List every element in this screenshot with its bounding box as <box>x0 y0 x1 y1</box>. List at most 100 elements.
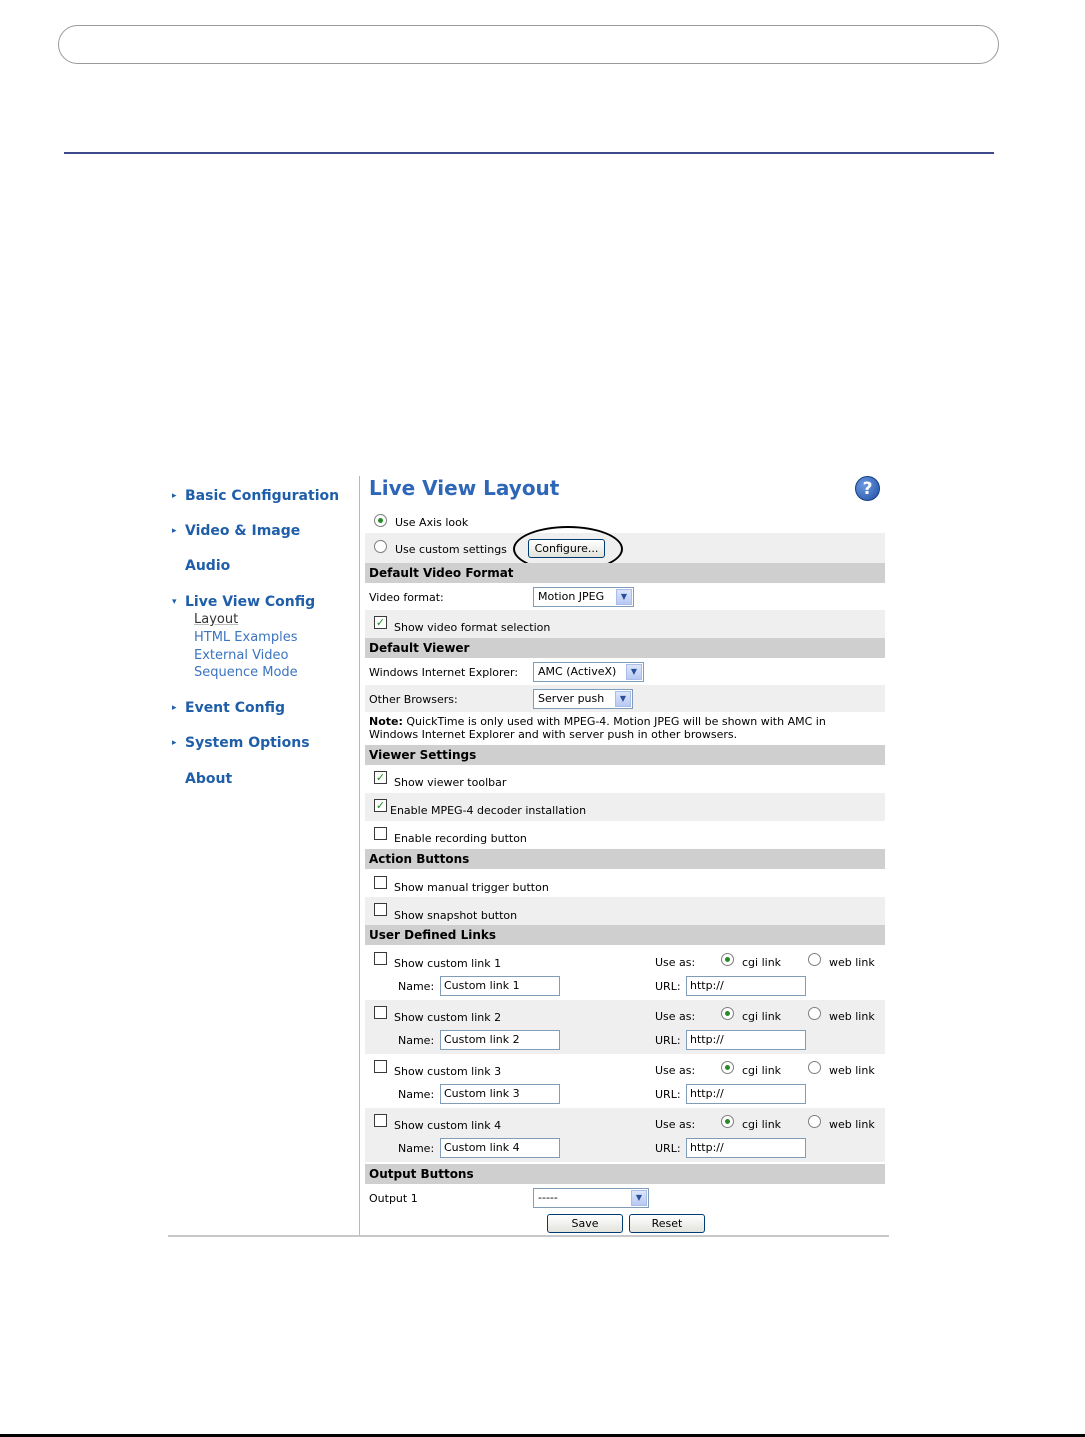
chevron-down-icon: ▼ <box>631 1190 647 1206</box>
video-format-select[interactable]: Motion JPEG ▼ <box>533 587 634 607</box>
manual-trigger-checkbox[interactable] <box>374 876 387 889</box>
use-as-label: Use as: <box>655 1118 696 1131</box>
recording-button-label: Enable recording button <box>394 832 527 845</box>
output-select[interactable]: ----- ▼ <box>533 1188 649 1208</box>
viewer-note-text: Note: QuickTime is only used with MPEG-4… <box>369 715 826 741</box>
reset-button[interactable]: Reset <box>629 1214 705 1233</box>
custom-link-name-input[interactable]: Custom link 3 <box>440 1084 560 1104</box>
custom-link-show-label: Show custom link 3 <box>394 1065 502 1078</box>
custom-settings-label: Use custom settings <box>395 543 507 556</box>
nav-item-about[interactable]: About <box>172 771 232 787</box>
sidebar-divider <box>359 476 360 1236</box>
chevron-right-icon: ▸ <box>172 703 177 713</box>
cgi-link-radio[interactable] <box>721 1061 734 1074</box>
other-browsers-select[interactable]: Server push ▼ <box>533 689 633 709</box>
cgi-link-label: cgi link <box>742 1064 782 1077</box>
mpeg4-decoder-checkbox[interactable]: ✓ <box>374 799 387 812</box>
sidebar-nav: ▸ Basic Configuration ▸ Video & Image Audi… <box>168 476 358 1236</box>
recording-button-row: Enable recording button <box>365 821 885 849</box>
viewer-note: Note: QuickTime is only used with MPEG-4… <box>365 713 885 745</box>
custom-link-url-input[interactable]: http:// <box>686 1030 806 1050</box>
web-link-radio[interactable] <box>808 1007 821 1020</box>
show-format-selection-row: ✓ Show video format selection <box>365 610 885 638</box>
custom-settings-radio[interactable] <box>374 540 387 553</box>
viewer-toolbar-checkbox[interactable]: ✓ <box>374 771 387 784</box>
custom-link-row: Show custom link 2 Use as: cgi link web … <box>365 1000 885 1054</box>
nav-sub-external-video[interactable]: External Video <box>194 648 289 663</box>
viewer-toolbar-label: Show viewer toolbar <box>394 776 507 789</box>
cgi-link-radio[interactable] <box>721 1007 734 1020</box>
web-link-radio[interactable] <box>808 1115 821 1128</box>
custom-link-checkbox[interactable] <box>374 1114 387 1127</box>
nav-sub-sequence-mode[interactable]: Sequence Mode <box>194 665 298 680</box>
snapshot-checkbox[interactable] <box>374 903 387 916</box>
custom-link-checkbox[interactable] <box>374 1060 387 1073</box>
page-title: Live View Layout <box>369 476 560 500</box>
other-browsers-label: Other Browsers: <box>369 693 458 706</box>
output-row: Output 1 ----- ▼ <box>365 1184 885 1211</box>
custom-link-url-input[interactable]: http:// <box>686 1138 806 1158</box>
name-label: Name: <box>398 1088 435 1101</box>
web-link-radio[interactable] <box>808 1061 821 1074</box>
nav-item-event-config[interactable]: ▸ Event Config <box>172 700 285 716</box>
web-link-label: web link <box>829 1118 875 1131</box>
show-format-selection-checkbox[interactable]: ✓ <box>374 616 387 629</box>
custom-link-url-input[interactable]: http:// <box>686 976 806 996</box>
name-label: Name: <box>398 1142 435 1155</box>
ie-viewer-row: Windows Internet Explorer: AMC (ActiveX)… <box>365 658 885 685</box>
custom-link-name-input[interactable]: Custom link 2 <box>440 1030 560 1050</box>
section-user-defined-links: User Defined Links <box>365 925 885 945</box>
nav-item-system-options[interactable]: ▸ System Options <box>172 735 310 751</box>
name-label: Name: <box>398 1034 435 1047</box>
custom-link-show-label: Show custom link 4 <box>394 1119 502 1132</box>
nav-item-basic-configuration[interactable]: ▸ Basic Configuration <box>172 488 339 504</box>
nav-sub-layout[interactable]: Layout <box>194 612 238 627</box>
section-output-buttons: Output Buttons <box>365 1164 885 1184</box>
viewer-toolbar-row: ✓ Show viewer toolbar <box>365 765 885 793</box>
custom-link-name-input[interactable]: Custom link 1 <box>440 976 560 996</box>
axis-look-label: Use Axis look <box>395 516 469 529</box>
cgi-link-label: cgi link <box>742 956 782 969</box>
manual-trigger-row: Show manual trigger button <box>365 869 885 897</box>
url-label: URL: <box>655 980 681 993</box>
name-label: Name: <box>398 980 435 993</box>
cgi-link-label: cgi link <box>742 1118 782 1131</box>
use-as-label: Use as: <box>655 1064 696 1077</box>
custom-link-url-input[interactable]: http:// <box>686 1084 806 1104</box>
manual-trigger-label: Show manual trigger button <box>394 881 549 894</box>
custom-link-checkbox[interactable] <box>374 952 387 965</box>
cgi-link-label: cgi link <box>742 1010 782 1023</box>
content-bottom-rule <box>168 1235 889 1237</box>
web-link-label: web link <box>829 1064 875 1077</box>
chevron-right-icon: ▸ <box>172 491 177 501</box>
custom-settings-row: Use custom settings Configure... <box>365 533 885 563</box>
recording-button-checkbox[interactable] <box>374 827 387 840</box>
custom-link-row: Show custom link 1 Use as: cgi link web … <box>365 945 885 1000</box>
nav-sub-html-examples[interactable]: HTML Examples <box>194 630 297 645</box>
ie-viewer-select[interactable]: AMC (ActiveX) ▼ <box>533 662 644 682</box>
axis-look-row: Use Axis look <box>365 511 885 533</box>
header-rule <box>64 152 994 154</box>
chevron-right-icon: ▸ <box>172 738 177 748</box>
web-link-label: web link <box>829 956 875 969</box>
cgi-link-radio[interactable] <box>721 953 734 966</box>
nav-item-live-view-config[interactable]: ▾ Live View Config <box>172 594 315 610</box>
video-format-row: Video format: Motion JPEG ▼ <box>365 583 885 610</box>
axis-look-radio[interactable] <box>374 514 387 527</box>
web-link-radio[interactable] <box>808 953 821 966</box>
custom-link-name-input[interactable]: Custom link 4 <box>440 1138 560 1158</box>
use-as-label: Use as: <box>655 1010 696 1023</box>
cgi-link-radio[interactable] <box>721 1115 734 1128</box>
save-button[interactable]: Save <box>547 1214 623 1233</box>
nav-item-audio[interactable]: Audio <box>172 558 230 574</box>
help-icon[interactable]: ? <box>855 476 880 501</box>
nav-item-video-image[interactable]: ▸ Video & Image <box>172 523 300 539</box>
section-action-buttons: Action Buttons <box>365 849 885 869</box>
custom-link-checkbox[interactable] <box>374 1006 387 1019</box>
document-header-box <box>58 25 999 64</box>
section-viewer-settings: Viewer Settings <box>365 745 885 765</box>
web-link-label: web link <box>829 1010 875 1023</box>
section-default-viewer: Default Viewer <box>365 638 885 658</box>
url-label: URL: <box>655 1088 681 1101</box>
ie-viewer-label: Windows Internet Explorer: <box>369 666 519 679</box>
